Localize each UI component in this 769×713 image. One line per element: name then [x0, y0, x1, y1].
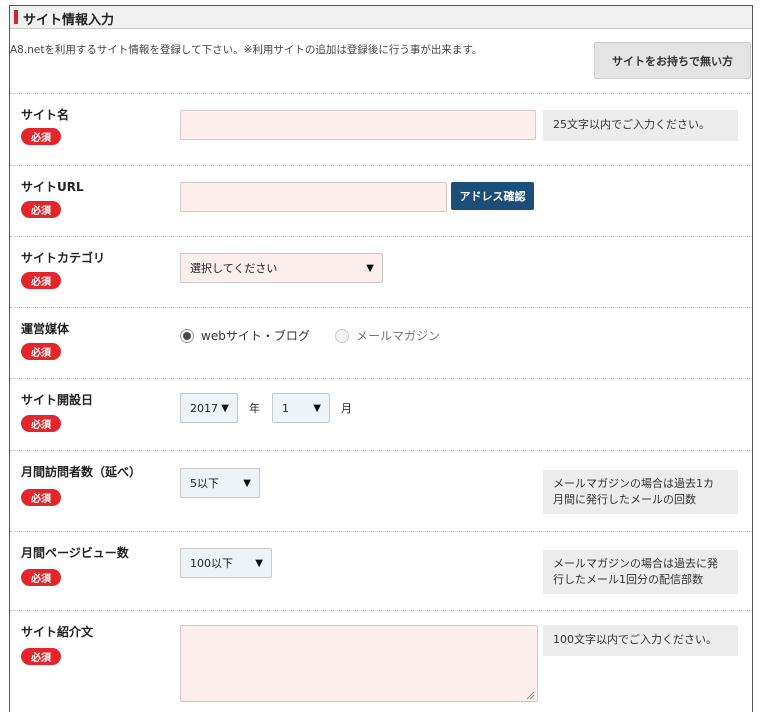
required-badge: 必須	[21, 489, 61, 506]
required-badge: 必須	[21, 128, 61, 145]
visitors-hint-line1: メールマガジンの場合は過去1カ	[553, 476, 714, 490]
month-unit: 月	[341, 402, 352, 415]
visitors-hint-line2: 月間に発行したメールの回数	[553, 493, 696, 506]
site-category-value: 選択してください	[190, 262, 278, 275]
site-url-label: サイトURL	[21, 180, 84, 194]
media-option-mail-label: メールマガジン	[356, 329, 441, 343]
row-site-intro: サイト紹介文 必須 100文字以内でご入力ください。	[10, 610, 752, 713]
visitors-select[interactable]: 5以下 ▼	[180, 468, 260, 498]
required-badge: 必須	[21, 201, 61, 218]
row-site-name: サイト名 必須 25文字以内でご入力ください。	[10, 93, 752, 166]
site-category-select[interactable]: 選択してください ▼	[180, 253, 383, 283]
site-name-input[interactable]	[180, 110, 536, 140]
site-category-label: サイトカテゴリ	[21, 251, 106, 265]
section-header: サイト情報入力	[10, 6, 752, 29]
required-badge: 必須	[21, 569, 61, 586]
row-site-category: サイトカテゴリ 必須 選択してください ▼	[10, 236, 752, 308]
visitors-value: 5以下	[190, 477, 219, 490]
radio-unchecked-icon	[335, 328, 349, 343]
site-intro-label: サイト紹介文	[21, 625, 94, 639]
open-month-value: 1	[282, 401, 289, 415]
pageviews-value: 100以下	[190, 557, 233, 570]
dropdown-arrow-icon: ▼	[366, 263, 374, 274]
row-visitors: 月間訪問者数（延べ） 必須 5以下 ▼ メールマガジンの場合は過去1カ 月間に発…	[10, 450, 752, 532]
required-badge: 必須	[21, 648, 61, 665]
site-name-label: サイト名	[21, 108, 70, 122]
media-label: 運営媒体	[21, 322, 70, 336]
site-info-form: サイト情報入力 A8.netを利用するサイト情報を登録して下さい。※利用サイトの…	[9, 5, 753, 712]
pageviews-hint-line1: メールマガジンの場合は過去に発	[553, 556, 718, 570]
pageviews-label: 月間ページビュー数	[21, 546, 129, 560]
section-title: サイト情報入力	[23, 13, 115, 28]
year-unit: 年	[249, 402, 260, 415]
pageviews-select[interactable]: 100以下 ▼	[180, 548, 272, 578]
dropdown-arrow-icon: ▼	[255, 558, 263, 569]
row-open-date: サイト開設日 必須 2017 ▼ 年 1 ▼ 月	[10, 378, 752, 451]
open-month-select[interactable]: 1 ▼	[272, 393, 330, 423]
dropdown-arrow-icon: ▼	[221, 403, 229, 414]
site-intro-hint: 100文字以内でご入力ください。	[543, 625, 738, 656]
required-badge: 必須	[21, 272, 61, 289]
pageviews-hint-line2: 行したメール1回分の配信部数	[553, 573, 703, 586]
pageviews-hint: メールマガジンの場合は過去に発 行したメール1回分の配信部数	[543, 550, 738, 594]
site-url-input[interactable]	[180, 182, 447, 212]
site-intro-textarea[interactable]	[180, 625, 538, 702]
visitors-label: 月間訪問者数（延べ）	[21, 465, 142, 479]
open-year-select[interactable]: 2017 ▼	[180, 393, 238, 423]
required-badge: 必須	[21, 343, 61, 360]
site-name-hint: 25文字以内でご入力ください。	[543, 110, 738, 141]
row-pageviews: 月間ページビュー数 必須 100以下 ▼ メールマガジンの場合は過去に発 行した…	[10, 531, 752, 611]
open-date-label: サイト開設日	[21, 393, 94, 407]
section-accent-bar	[14, 10, 18, 24]
intro-text: A8.netを利用するサイト情報を登録して下さい。※利用サイトの追加は登録後に行…	[10, 44, 483, 56]
resize-grip-icon[interactable]	[526, 691, 535, 700]
required-badge: 必須	[21, 415, 61, 432]
row-site-url: サイトURL 必須	[10, 165, 752, 237]
dropdown-arrow-icon: ▼	[243, 478, 251, 489]
address-check-button[interactable]: アドレス確認	[451, 182, 534, 210]
media-option-mail[interactable]: メールマガジン	[335, 327, 440, 344]
no-site-button[interactable]: サイトをお持ちで無い方	[594, 42, 751, 79]
visitors-hint: メールマガジンの場合は過去1カ 月間に発行したメールの回数	[543, 470, 738, 514]
media-option-web-label: webサイト・ブログ	[201, 329, 310, 343]
radio-checked-icon	[180, 328, 194, 343]
dropdown-arrow-icon: ▼	[313, 403, 321, 414]
media-option-web[interactable]: webサイト・ブログ	[180, 327, 310, 344]
open-year-value: 2017	[190, 401, 218, 415]
